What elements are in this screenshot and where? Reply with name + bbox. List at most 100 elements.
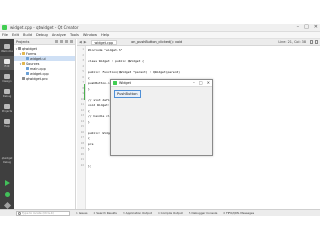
back-arrow-icon[interactable]: ◀ [79, 40, 82, 44]
mode-help[interactable]: Help [0, 116, 14, 130]
push-button[interactable]: PushButton [114, 90, 141, 98]
line-number: 12 [80, 108, 84, 112]
code-line: class Widget : public QWidget { [88, 59, 144, 63]
mode-design-label: Design [2, 79, 12, 83]
project-pane-title[interactable]: Projects [16, 40, 29, 44]
maximize-icon[interactable]: □ [304, 25, 309, 30]
menu-help[interactable]: Help [101, 33, 109, 37]
line-number: 5 [82, 70, 84, 73]
mode-edit[interactable]: Edit [0, 56, 14, 70]
mode-selector: Welcome Edit Design Debug Projects Help … [0, 39, 14, 216]
debug-run-button[interactable] [3, 190, 11, 198]
mode-debug[interactable]: Debug [0, 86, 14, 100]
widget-minimize-icon[interactable]: – [193, 81, 195, 85]
line-number: 6 [82, 75, 84, 79]
line-number: 2 [82, 53, 84, 57]
tree-item-label: widget.ui [30, 56, 46, 61]
split-controls [310, 40, 318, 44]
line-number: 18 [80, 141, 84, 145]
widget-window-controls: – □ ✕ [193, 81, 210, 85]
close-editor-icon[interactable] [315, 40, 318, 44]
tab-number: 3 [122, 211, 125, 215]
minimize-icon[interactable]: – [297, 25, 300, 30]
pane-header-icons [55, 40, 73, 43]
kit-project-name[interactable]: qtwidget [1, 157, 13, 160]
menu-analyze[interactable]: Analyze [52, 33, 66, 37]
code-line: { [88, 75, 90, 80]
build-hammer-icon [3, 201, 11, 209]
running-widget-window[interactable]: Widget – □ ✕ PushButton [110, 79, 213, 156]
tab-number: 5 [188, 211, 191, 215]
title-bar: widget.cpp - qtwidget - Qt Creator – □ ✕ [0, 24, 320, 32]
line-number: 11 [80, 103, 84, 106]
build-button[interactable] [3, 201, 11, 209]
projects-icon [4, 103, 10, 109]
menu-window[interactable]: Window [83, 33, 97, 37]
output-tab-qml-messages[interactable]: 6FIFO/QML Messages [223, 211, 254, 215]
debug-mode-icon [4, 88, 10, 94]
welcome-icon [4, 43, 10, 49]
tree-item-label: widget.cpp [30, 71, 49, 76]
split-editor-icon[interactable] [310, 40, 313, 44]
symbol-selector[interactable]: on_pushButton_clicked(): void [131, 40, 182, 44]
line-number: 3 [82, 59, 84, 62]
widget-close-icon[interactable]: ✕ [207, 81, 210, 85]
window-title: widget.cpp - qtwidget - Qt Creator [10, 25, 79, 30]
search-icon [18, 211, 21, 215]
line-number: 19 [80, 147, 84, 150]
menu-tools[interactable]: Tools [70, 33, 79, 37]
link-icon[interactable] [60, 40, 63, 43]
mode-debug-label: Debug [2, 94, 12, 98]
open-file-tab[interactable]: widget.cpp [90, 39, 118, 45]
nav-arrows: ◀ ▶ [79, 40, 87, 44]
project-icon [22, 77, 25, 80]
tab-label: Compile Output [160, 211, 183, 215]
output-tab-issues[interactable]: 1Issues [76, 211, 87, 215]
menu-debug[interactable]: Debug [36, 33, 48, 37]
mode-help-label: Help [4, 124, 10, 128]
forward-arrow-icon[interactable]: ▶ [84, 40, 87, 44]
qt-creator-app-icon [2, 25, 7, 30]
tab-number: 4 [157, 211, 160, 215]
letterbox-top [0, 0, 320, 24]
menu-build[interactable]: Build [23, 33, 32, 37]
line-number: 13 [80, 114, 84, 117]
line-number: 16 [80, 130, 84, 134]
run-button[interactable] [3, 179, 11, 187]
file-icon [26, 72, 29, 75]
close-pane-icon[interactable] [70, 40, 73, 43]
mode-welcome-label: Welcome [1, 49, 13, 53]
mode-design[interactable]: Design [0, 71, 14, 85]
close-icon[interactable]: ✕ [314, 25, 318, 30]
code-line: }; [88, 163, 92, 168]
tab-label: Issues [78, 211, 88, 215]
output-tab-compile-output[interactable]: 4Compile Output [158, 211, 183, 215]
code-line: { [88, 108, 90, 113]
line-number: 9 [77, 92, 84, 95]
output-tab-debugger-console[interactable]: 5Debugger Console [189, 211, 218, 215]
locator-field[interactable]: Type to locate (Ctrl+K) [16, 210, 70, 216]
code-line: { [88, 136, 90, 140]
design-icon [4, 73, 10, 79]
tab-number: 6 [223, 211, 226, 215]
tree-item[interactable]: qtwidget.pro [14, 76, 75, 81]
mode-welcome[interactable]: Welcome [0, 41, 14, 55]
widget-maximize-icon[interactable]: □ [199, 81, 203, 85]
split-icon[interactable] [65, 40, 68, 43]
code-line: } [88, 147, 90, 151]
folder-icon [22, 52, 25, 55]
output-tab-search-results[interactable]: 2Search Results [93, 211, 116, 215]
tab-label: FIFO/QML Messages [226, 211, 255, 215]
menu-file[interactable]: File [2, 33, 8, 37]
output-tab-application-output[interactable]: 3Application Output [123, 211, 152, 215]
widget-window-titlebar[interactable]: Widget – □ ✕ [111, 80, 212, 87]
project-pane-header: Projects [14, 39, 75, 45]
debug-run-icon [4, 191, 10, 197]
filter-icon[interactable] [55, 40, 58, 43]
menu-edit[interactable]: Edit [12, 33, 19, 37]
project-tree: ▾ qtwidget ▾ Forms widget.ui ▾ Sources main.cpp… [14, 45, 75, 81]
mode-projects[interactable]: Projects [0, 101, 14, 115]
kit-config-name[interactable]: Debug [1, 161, 13, 164]
letterbox-bottom [0, 216, 320, 240]
line-number: 21 [80, 158, 84, 161]
